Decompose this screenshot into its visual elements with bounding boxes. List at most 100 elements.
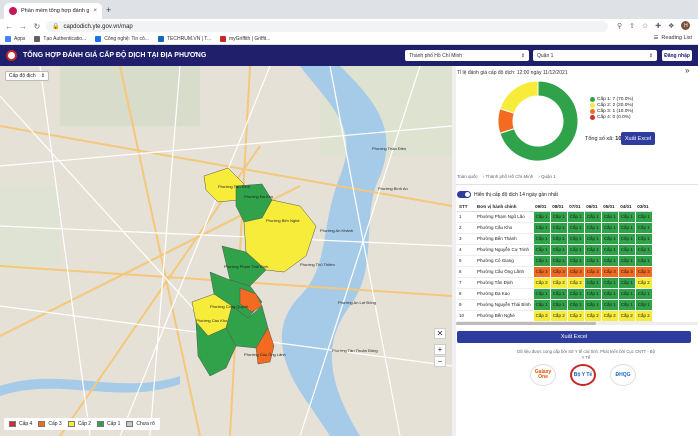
bookmark-label: Tạo Authenticatio...: [43, 35, 87, 42]
table-header-cell: Đơn vị hành chính: [475, 202, 534, 212]
select-arrows-icon: ⇕: [40, 73, 45, 79]
level-cell: Cấp 1: [583, 298, 602, 311]
level-cell: Cấp 1: [532, 243, 551, 256]
row-index: 3: [457, 233, 475, 245]
forward-icon[interactable]: →: [19, 22, 27, 31]
table-header-cell: 05/01: [601, 202, 619, 212]
map-canvas[interactable]: [0, 66, 452, 436]
new-tab-button[interactable]: +: [106, 5, 111, 15]
table-header-cell: 06/01: [584, 202, 602, 212]
bookmark-item[interactable]: Công nghệ: Tin cô...: [95, 35, 149, 42]
row-index: 4: [457, 244, 475, 256]
breadcrumb-item[interactable]: › Quận 1: [538, 174, 556, 179]
level-cell: Cấp 2: [549, 309, 568, 322]
map-view[interactable]: Phường Tân Định Phường Đa Kao Phường Bến…: [0, 66, 452, 436]
map-label-thai-binh: Phường Phạm Thái Bình: [224, 264, 269, 269]
table-row: 3 Phường Bến Thành Cấp 1 Cấp 1 Cấp 1 Cấp 1 Cấp…: [457, 232, 653, 245]
collapse-panel-icon[interactable]: »: [685, 66, 689, 75]
level-cell: Cấp 1: [532, 298, 551, 311]
level-cell: Cấp 2: [549, 276, 568, 289]
bookmark-icon: [157, 35, 164, 42]
partner-logo-vnu: ĐHQG: [610, 364, 636, 386]
bookmark-label: TECHRUM.VN | T...: [166, 35, 211, 42]
bookmark-item[interactable]: myGriffith | Griffit...: [219, 35, 270, 42]
level-cell: Cấp 3: [617, 265, 636, 278]
donut-legend-label: Cấp 4: 0 (0.0%): [597, 115, 631, 120]
export-excel-button[interactable]: Xuất Excel: [621, 132, 655, 145]
puzzle-icon[interactable]: ❖: [668, 22, 674, 30]
fullscreen-close-button[interactable]: ✕: [434, 328, 446, 339]
star-icon[interactable]: ☆: [642, 22, 648, 30]
level-cell: Cấp 1: [566, 210, 585, 223]
level-cell: Cấp 1: [566, 298, 585, 311]
level-cell: Cấp 3: [532, 265, 551, 278]
row-index: 7: [457, 277, 475, 289]
row-unit-name: Phường Cô Giang: [475, 255, 534, 267]
level-cell: Cấp 1: [583, 232, 602, 245]
login-button[interactable]: Đăng nhập: [662, 50, 692, 61]
level-cell: Cấp 1: [617, 210, 636, 223]
table-row: 2 Phường Cầu Kho Cấp 1 Cấp 1 Cấp 1 Cấp 1 Cấp 1…: [457, 221, 653, 234]
donut-legend-label: Cấp 3: 1 (10.0%): [597, 109, 634, 114]
stats-panel: Tỉ lệ đánh giá cấp độ dịch: 12:00 ngày 1…: [456, 66, 698, 436]
toggle-14-days[interactable]: Hiển thị cấp độ dịch 14 ngày gần nhất: [457, 191, 558, 198]
export-excel-table-button[interactable]: Xuất Excel: [457, 331, 691, 343]
donut-slice-cấp-2[interactable]: [499, 80, 539, 114]
zoom-in-button[interactable]: +: [434, 344, 446, 355]
donut-legend-item: Cấp 1: 7 (70.0%): [590, 97, 633, 102]
province-select[interactable]: Thành phố Hồ Chí Minh ⇕: [405, 50, 529, 61]
level-cell: Cấp 1: [634, 298, 653, 311]
lock-icon[interactable]: 🔒: [52, 23, 59, 30]
back-icon[interactable]: ←: [5, 22, 13, 31]
level-cell: Cấp 1: [634, 210, 653, 223]
url-text: capdodich.yte.gov.vn/map: [63, 23, 133, 30]
breadcrumb-item[interactable]: Toàn quốc: [457, 174, 478, 179]
select-arrows-icon: ⇕: [520, 52, 525, 59]
toggle-switch[interactable]: [457, 191, 471, 198]
donut-legend-item: Cấp 4: 0 (0.0%): [590, 115, 633, 120]
profile-avatar[interactable]: H: [681, 21, 691, 30]
table-header-cell: 07/01: [567, 202, 585, 212]
bookmark-item[interactable]: Tạo Authenticatio...: [34, 35, 87, 42]
table-header-cell: 08/01: [550, 202, 568, 212]
bookmark-icon: [219, 35, 226, 42]
level-cell: Cấp 2: [566, 309, 585, 322]
level-filter-select[interactable]: Cấp độ dịch ⇕: [5, 71, 49, 81]
row-unit-name: Phường Cầu Ông Lãnh: [475, 266, 534, 278]
zoom-out-button[interactable]: −: [434, 356, 446, 367]
district-select[interactable]: Quận 1 ⇕: [533, 50, 657, 61]
table-horizontal-scrollbar[interactable]: [456, 322, 698, 325]
level-cell: Cấp 1: [617, 243, 636, 256]
row-index: 5: [457, 255, 475, 267]
legend-item: Cấp 1: [97, 421, 120, 427]
level-cell: Cấp 1: [566, 232, 585, 245]
zoom-icon[interactable]: ⚲: [617, 22, 622, 30]
table-row: 1 Phường Phạm Ngũ Lão Cấp 1 Cấp 1 Cấp 1 Cấp 1…: [457, 210, 653, 223]
url-bar[interactable]: 🔒 capdodich.yte.gov.vn/map: [46, 21, 608, 32]
bookmark-item[interactable]: TECHRUM.VN | T...: [157, 35, 211, 42]
map-legend: Cấp 4 Cấp 3 Cấp 2 Cấp 1 Chưa rõ: [4, 418, 160, 430]
row-unit-name: Phường Bến Thành: [475, 233, 534, 245]
reading-list[interactable]: ☰ Reading List: [653, 35, 692, 41]
district-select-value: Quận 1: [537, 52, 554, 59]
level-cell: Cấp 1: [617, 287, 636, 300]
map-label-cong-quynh: Phường Cống Quỳnh: [210, 304, 249, 309]
bookmark-icon: [34, 35, 41, 42]
tab-close-icon[interactable]: ×: [93, 8, 97, 14]
extension-icon[interactable]: ✚: [655, 22, 661, 30]
browser-tab[interactable]: Phần mềm tổng hợp đánh giá ×: [4, 3, 102, 19]
bookmark-item[interactable]: Apps: [5, 35, 26, 42]
share-icon[interactable]: ⇪: [629, 22, 635, 30]
level-cell: Cấp 1: [549, 243, 568, 256]
breadcrumb-item[interactable]: › Thành phố Hồ Chí Minh: [483, 174, 533, 179]
reload-icon[interactable]: ↻: [33, 22, 41, 31]
legend-label: Cấp 1: [107, 421, 121, 427]
level-cell: Cấp 2: [566, 276, 585, 289]
ministry-logo: [6, 50, 17, 61]
level-cell: Cấp 1: [617, 298, 636, 311]
level-cell: Cấp 1: [600, 298, 619, 311]
bookmark-label: Apps: [14, 35, 26, 42]
app-title: TỔNG HỢP ĐÁNH GIÁ CẤP ĐỘ DỊCH TẠI ĐỊA PH…: [23, 52, 207, 59]
level-cell: Cấp 2: [634, 309, 653, 322]
level-cell: Cấp 1: [566, 287, 585, 300]
